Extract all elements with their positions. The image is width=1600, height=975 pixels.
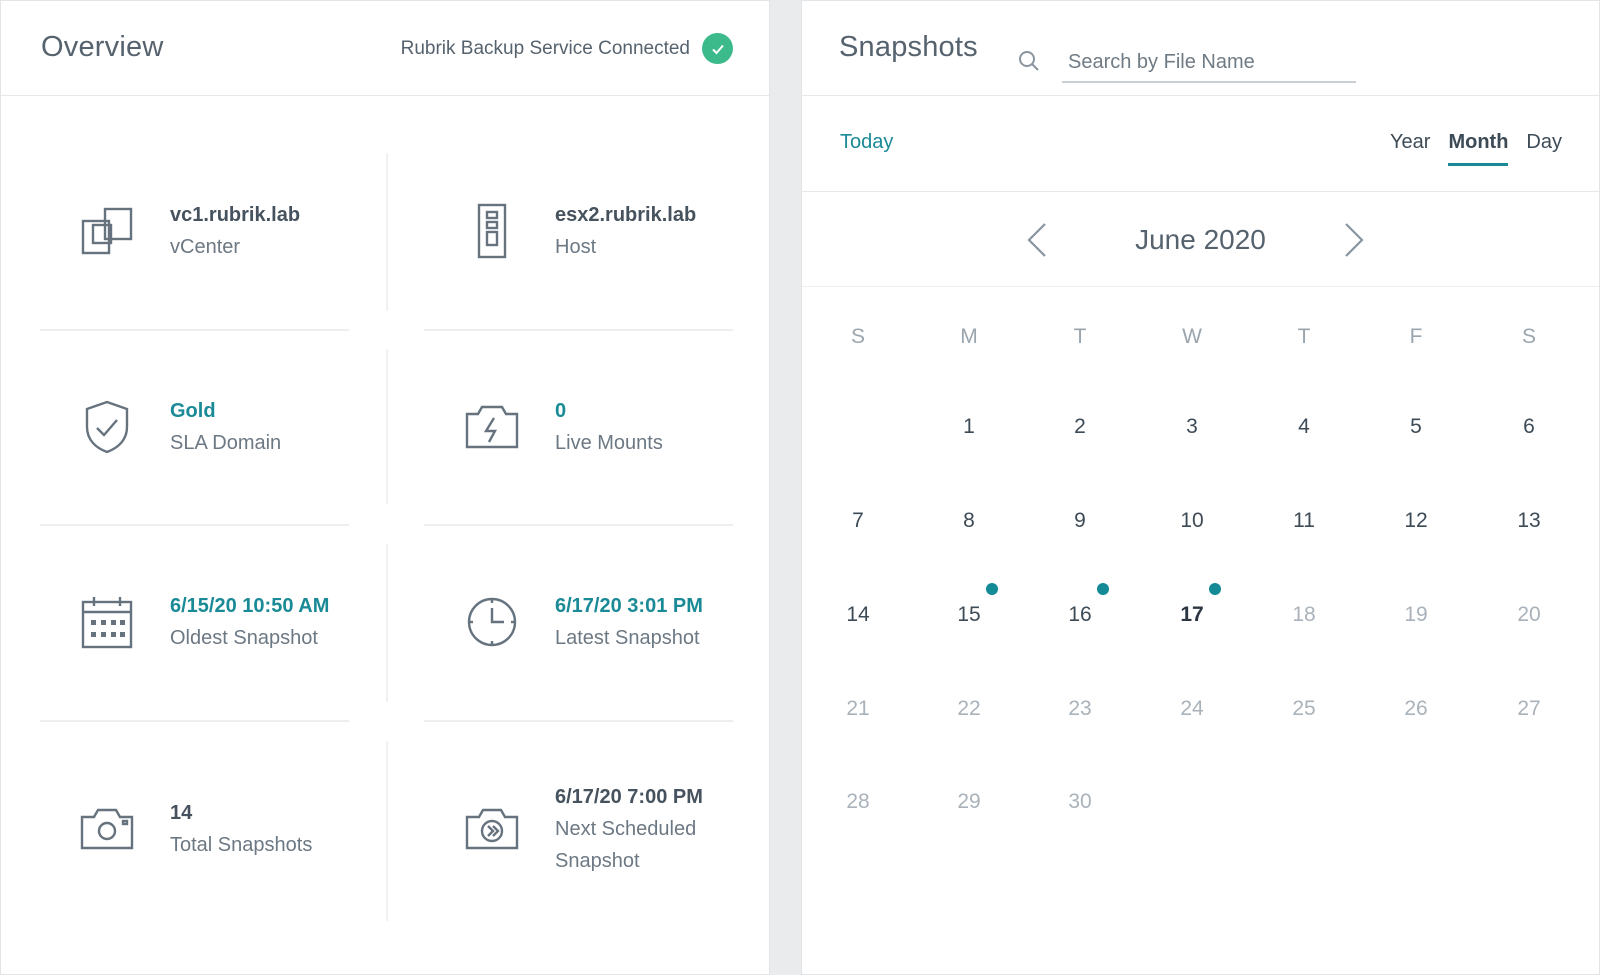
total-snapshots-label: Total Snapshots: [170, 834, 313, 856]
next-snapshot-value: 6/17/20 7:00 PM: [555, 786, 703, 808]
weekday-header: S: [850, 325, 865, 348]
calendar-day[interactable]: 26: [1386, 697, 1446, 721]
calendar-day[interactable]: 21: [828, 697, 888, 721]
connection-status-text: Rubrik Backup Service Connected: [400, 37, 690, 59]
calendar-day[interactable]: 20: [1499, 603, 1559, 627]
sla-domain-value[interactable]: Gold: [170, 395, 281, 427]
camera-icon: [79, 801, 135, 857]
calendar-day[interactable]: 29: [939, 790, 999, 814]
calendar-day[interactable]: 13: [1499, 509, 1559, 533]
next-snapshot-label: Next Scheduled Snapshot: [555, 818, 697, 872]
calendar-day[interactable]: 10: [1162, 509, 1222, 533]
calendar-day[interactable]: 8: [939, 509, 999, 533]
calendar-day[interactable]: 30: [1050, 790, 1110, 814]
tile-oldest-snapshot: 6/15/20 10:50 AM Oldest Snapshot: [43, 526, 350, 718]
tile-sla-domain: Gold SLA Domain: [43, 331, 350, 523]
calendar-day[interactable]: 27: [1499, 697, 1559, 721]
calendar-day[interactable]: 11: [1274, 509, 1334, 533]
vcenter-label: vCenter: [170, 236, 241, 258]
tab-day[interactable]: Day: [1526, 131, 1562, 166]
latest-snapshot-value[interactable]: 6/17/20 3:01 PM: [555, 590, 703, 622]
calendar-day[interactable]: 3: [1162, 415, 1222, 439]
divider: [386, 349, 388, 504]
divider: [386, 153, 388, 311]
scheduled-camera-icon: [464, 801, 520, 857]
clock-icon: [464, 594, 520, 650]
calendar-day[interactable]: 18: [1274, 603, 1334, 627]
calendar-toolbar: Today Year Month Day: [802, 96, 1599, 192]
today-button[interactable]: Today: [840, 131, 893, 154]
calendar-day[interactable]: 17: [1162, 603, 1222, 627]
host-icon: [464, 203, 520, 259]
weekday-header: T: [1297, 325, 1311, 348]
view-tabs: Year Month Day: [1390, 131, 1562, 166]
tile-next-scheduled-snapshot: 6/17/20 7:00 PM Next Scheduled Snapshot: [428, 733, 735, 925]
calendar-day[interactable]: 24: [1162, 697, 1222, 721]
host-name: esx2.rubrik.lab: [555, 204, 697, 226]
weekday-header: W: [1182, 325, 1202, 348]
search-input[interactable]: [1062, 47, 1356, 83]
calendar-day[interactable]: 15: [939, 603, 999, 627]
tab-month[interactable]: Month: [1448, 131, 1509, 166]
snapshot-indicator-dot: [1097, 583, 1109, 595]
snapshots-panel: Snapshots Today Year Month Day June 2020: [801, 0, 1600, 975]
calendar-day[interactable]: 22: [939, 697, 999, 721]
live-mounts-count[interactable]: 0: [555, 395, 663, 427]
calendar-day[interactable]: 16: [1050, 603, 1110, 627]
tile-vcenter: vc1.rubrik.lab vCenter: [43, 135, 350, 327]
search-icon: [1017, 49, 1041, 78]
live-mounts-label: Live Mounts: [555, 432, 663, 454]
latest-snapshot-label: Latest Snapshot: [555, 627, 700, 649]
vcenter-name: vc1.rubrik.lab: [170, 204, 301, 226]
divider: [386, 544, 388, 702]
calendar-day[interactable]: 23: [1050, 697, 1110, 721]
divider: [424, 720, 733, 722]
snapshots-title: Snapshots: [839, 31, 978, 63]
calendar-day[interactable]: 7: [828, 509, 888, 533]
calendar-day[interactable]: 28: [828, 790, 888, 814]
calendar-day[interactable]: 12: [1386, 509, 1446, 533]
calendar-day[interactable]: 5: [1386, 415, 1446, 439]
calendar-day[interactable]: 19: [1386, 603, 1446, 627]
connected-check-icon: [702, 33, 733, 64]
divider: [40, 720, 349, 722]
tile-live-mounts: 0 Live Mounts: [428, 331, 735, 523]
month-label: June 2020: [1135, 224, 1266, 255]
calendar-icon: [79, 594, 135, 650]
oldest-snapshot-label: Oldest Snapshot: [170, 627, 318, 649]
overview-header: Overview Rubrik Backup Service Connected: [1, 1, 769, 96]
shield-check-icon: [79, 399, 135, 455]
vcenter-icon: [79, 203, 135, 259]
tile-host: esx2.rubrik.lab Host: [428, 135, 735, 327]
live-mount-icon: [464, 399, 520, 455]
snapshots-header: Snapshots: [802, 1, 1599, 96]
sla-domain-label: SLA Domain: [170, 432, 282, 454]
overview-title: Overview: [41, 31, 164, 63]
snapshot-indicator-dot: [1209, 583, 1221, 595]
total-snapshots-count: 14: [170, 802, 193, 824]
calendar-day[interactable]: 1: [939, 415, 999, 439]
overview-panel: Overview Rubrik Backup Service Connected…: [0, 0, 770, 975]
weekday-header: S: [1521, 325, 1536, 348]
tile-latest-snapshot: 6/17/20 3:01 PM Latest Snapshot: [428, 526, 735, 718]
weekday-header: F: [1409, 325, 1423, 348]
calendar-day[interactable]: 14: [828, 603, 888, 627]
calendar-day[interactable]: 25: [1274, 697, 1334, 721]
tile-total-snapshots: 14 Total Snapshots: [43, 733, 350, 925]
divider: [386, 741, 388, 921]
host-label: Host: [555, 236, 597, 258]
snapshot-indicator-dot: [986, 583, 998, 595]
connection-status: Rubrik Backup Service Connected: [401, 33, 733, 64]
tab-year[interactable]: Year: [1390, 131, 1430, 166]
oldest-snapshot-value[interactable]: 6/15/20 10:50 AM: [170, 590, 329, 622]
chevron-right-icon[interactable]: [1343, 222, 1365, 263]
weekday-header: T: [1073, 325, 1087, 348]
calendar-day[interactable]: 2: [1050, 415, 1110, 439]
month-navigation: June 2020: [802, 192, 1599, 287]
calendar-day[interactable]: 9: [1050, 509, 1110, 533]
calendar-day[interactable]: 4: [1274, 415, 1334, 439]
calendar-day[interactable]: 6: [1499, 415, 1559, 439]
weekday-header: M: [960, 325, 978, 348]
